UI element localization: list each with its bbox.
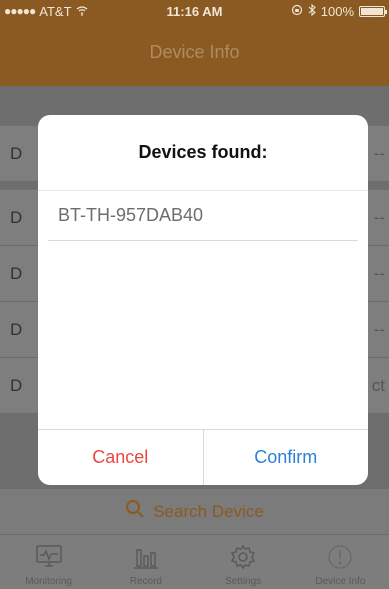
status-bar: ●●●●● AT&T 11:16 AM 100% [0, 0, 389, 22]
gear-icon [231, 544, 256, 570]
tab-device-info[interactable]: Device Info [292, 535, 389, 589]
cancel-button[interactable]: Cancel [38, 430, 204, 485]
tab-label: Device Info [315, 576, 366, 587]
row-label: D [10, 208, 23, 227]
dialog-footer: Cancel Confirm [38, 429, 368, 485]
status-right: 100% [291, 3, 387, 19]
row-value: -- [373, 208, 385, 227]
row-value: -- [373, 320, 385, 339]
row-label: D [10, 144, 23, 163]
page-title: Device Info [149, 41, 240, 62]
chart-icon [133, 549, 158, 569]
carrier-label: AT&T [39, 3, 72, 19]
battery-percent: 100% [320, 3, 354, 19]
tab-label: Settings [225, 576, 262, 587]
row-value: -- [373, 264, 385, 283]
devices-found-dialog: Devices found: BT-TH-957DAB40 Cancel Con… [38, 115, 368, 485]
row-value: ct [371, 376, 385, 395]
monitor-icon [35, 545, 62, 567]
search-device-label: Search Device [153, 501, 264, 521]
battery-icon [359, 5, 387, 17]
confirm-button[interactable]: Confirm [204, 430, 369, 485]
search-icon [125, 499, 145, 524]
dialog-title: Devices found: [38, 115, 368, 191]
info-icon [328, 545, 353, 569]
tab-label: Monitoring [25, 576, 72, 587]
wifi-icon [76, 4, 88, 19]
signal-icon: ●●●●● [4, 4, 36, 18]
row-value: -- [373, 144, 385, 163]
bluetooth-icon [308, 3, 316, 19]
tab-monitoring[interactable]: Monitoring [0, 535, 97, 589]
tab-record[interactable]: Record [97, 535, 194, 589]
tab-bar: Monitoring Record Settings Device Info [0, 534, 389, 589]
row-label: D [10, 320, 23, 339]
row-label: D [10, 376, 23, 395]
nav-bar: Device Info [0, 22, 389, 86]
rotation-lock-icon [291, 4, 303, 19]
device-list-item[interactable]: BT-TH-957DAB40 [48, 191, 358, 241]
tab-settings[interactable]: Settings [195, 535, 292, 589]
search-device-button[interactable]: Search Device [0, 488, 389, 534]
tab-label: Record [129, 576, 162, 587]
status-left: ●●●●● AT&T [4, 4, 144, 19]
row-label: D [10, 264, 23, 283]
